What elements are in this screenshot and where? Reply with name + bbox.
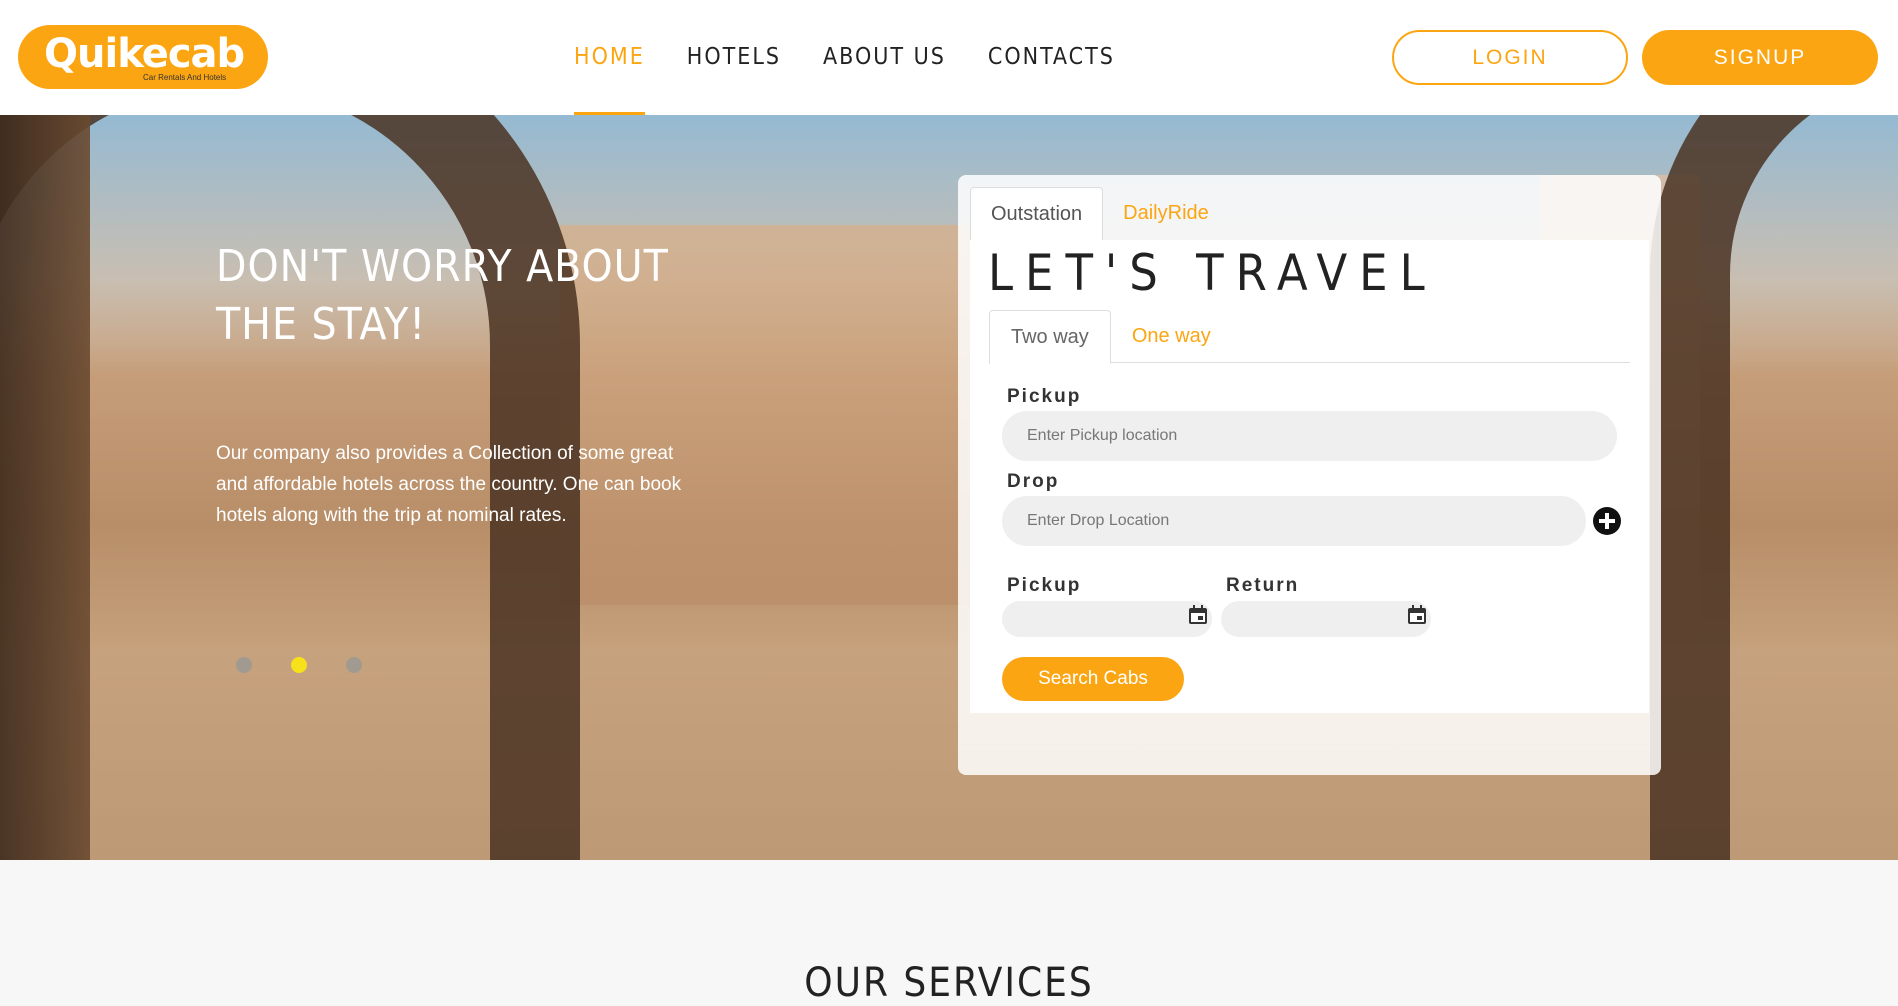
- carousel-dot-3[interactable]: [346, 657, 362, 673]
- brand-logo[interactable]: Quikecab Car Rentals And Hotels: [18, 25, 268, 89]
- hero-pillar-left: [0, 115, 90, 860]
- hero-title-line1: DON'T WORRY ABOUT: [216, 241, 669, 292]
- pickup-calendar-icon[interactable]: [1186, 603, 1210, 627]
- search-cabs-button[interactable]: Search Cabs: [1002, 657, 1184, 701]
- booking-title: LET'S TRAVEL: [988, 244, 1437, 302]
- site-header: Quikecab Car Rentals And Hotels HOME HOT…: [0, 0, 1898, 115]
- drop-input[interactable]: [1002, 496, 1586, 546]
- return-calendar-icon[interactable]: [1405, 603, 1429, 627]
- return-date-label: Return: [1226, 575, 1300, 596]
- nav-hotels[interactable]: HOTELS: [687, 0, 781, 115]
- carousel-dots: [236, 657, 401, 673]
- trip-type-tabs: Two way One way: [989, 310, 1630, 364]
- carousel-dot-2[interactable]: [291, 657, 307, 673]
- pickup-date-label: Pickup: [1007, 575, 1082, 596]
- drop-label: Drop: [1007, 471, 1060, 492]
- hero-title-line2: THE STAY!: [216, 299, 427, 350]
- pickup-label: Pickup: [1007, 386, 1082, 407]
- tab-outstation[interactable]: Outstation: [970, 187, 1104, 240]
- hero-description: Our company also provides a Collection o…: [216, 443, 682, 526]
- carousel-dot-1[interactable]: [236, 657, 252, 673]
- pickup-input[interactable]: [1002, 411, 1617, 461]
- nav-contacts[interactable]: CONTACTS: [988, 0, 1115, 115]
- brand-name: Quikecab: [44, 31, 245, 77]
- services-heading: OUR SERVICES: [804, 960, 1094, 1006]
- tab-two-way[interactable]: Two way: [989, 310, 1111, 364]
- brand-tagline: Car Rentals And Hotels: [143, 73, 227, 82]
- nav-home[interactable]: HOME: [574, 0, 645, 115]
- hero-arch-right: [1650, 115, 1898, 860]
- hero-title: DON'T WORRY ABOUT THE STAY!: [216, 238, 736, 354]
- pickup-date-input[interactable]: [1002, 601, 1212, 637]
- return-date-input[interactable]: [1221, 601, 1431, 637]
- service-tabs: Outstation DailyRide: [970, 187, 1229, 240]
- main-nav: HOME HOTELS ABOUT US CONTACTS: [574, 0, 1157, 115]
- tab-dailyride[interactable]: DailyRide: [1103, 187, 1229, 240]
- nav-about-us[interactable]: ABOUT US: [823, 0, 946, 115]
- signup-button[interactable]: SIGNUP: [1642, 30, 1878, 85]
- tab-one-way[interactable]: One way: [1111, 310, 1232, 363]
- add-stop-icon[interactable]: [1593, 507, 1621, 535]
- login-button[interactable]: LOGIN: [1392, 30, 1628, 85]
